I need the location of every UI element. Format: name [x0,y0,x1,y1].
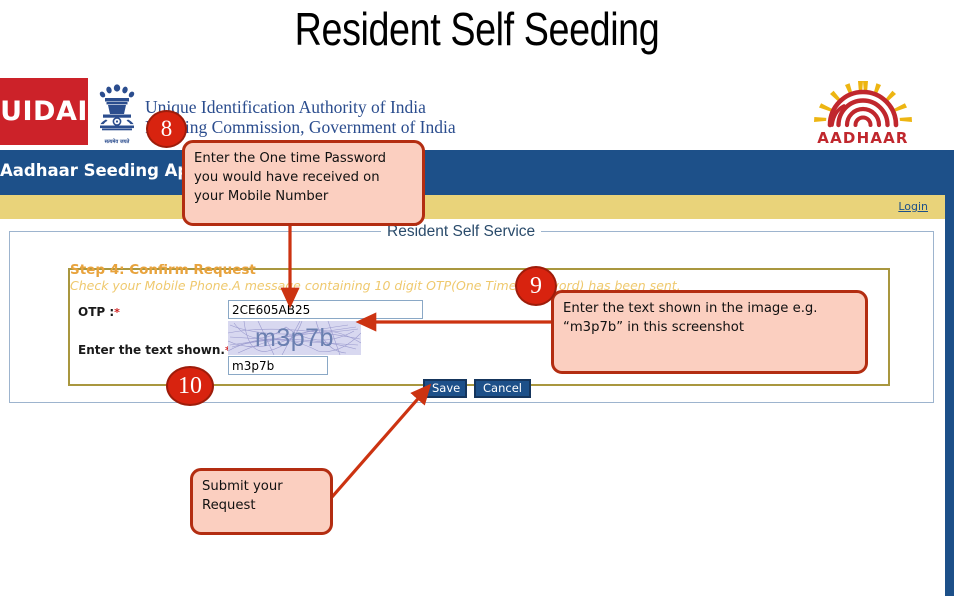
aadhaar-logo[interactable]: AADHAAR [804,80,922,148]
org-name-line1: Unique Identification Authority of India [145,97,426,117]
page-right-edge [945,150,954,596]
aadhaar-logo-label: AADHAAR [817,129,909,147]
otp-label: OTP :* [78,305,120,319]
annotation-badge-10: 10 [166,366,214,406]
annotation-callout-9: Enter the text shown in the image e.g. “… [551,290,868,374]
captcha-image: m3p7b [228,321,361,355]
emblem-motto: सत्यमेव जयते [104,139,130,145]
captcha-image-text: m3p7b [255,323,334,352]
step-title: Step 4: Confirm Request [70,262,256,278]
uidai-logo[interactable]: UIDAI [0,78,88,145]
site-header: UIDAI सत्यमेव जयते Unique Identification… [0,78,945,150]
annotation-badge-9: 9 [515,266,557,306]
otp-required-mark: * [114,306,120,319]
cancel-button[interactable]: Cancel [474,379,531,398]
captcha-label-text: Enter the text shown. [78,343,225,357]
otp-input[interactable] [228,300,423,319]
page-edge-top-spacer [945,78,954,150]
uidai-logo-label: UIDAI [0,96,88,127]
annotation-callout-10: Submit your Request [190,468,333,535]
main-navbar: Aadhaar Seeding Application [0,150,945,195]
page-title: Resident Self Seeding [294,3,660,55]
captcha-input[interactable] [228,356,328,375]
otp-label-text: OTP : [78,305,115,319]
annotation-callout-8: Enter the One time Password you would ha… [182,140,425,226]
sub-bar: Login [0,195,945,219]
org-name-line2: Planning Commission, Government of India [145,117,456,137]
save-button[interactable]: Save [423,379,467,398]
login-link[interactable]: Login [898,200,928,213]
annotation-badge-8: 8 [146,110,187,148]
captcha-label: Enter the text shown.* [78,343,231,357]
national-emblem-icon: सत्यमेव जयते [92,81,142,145]
